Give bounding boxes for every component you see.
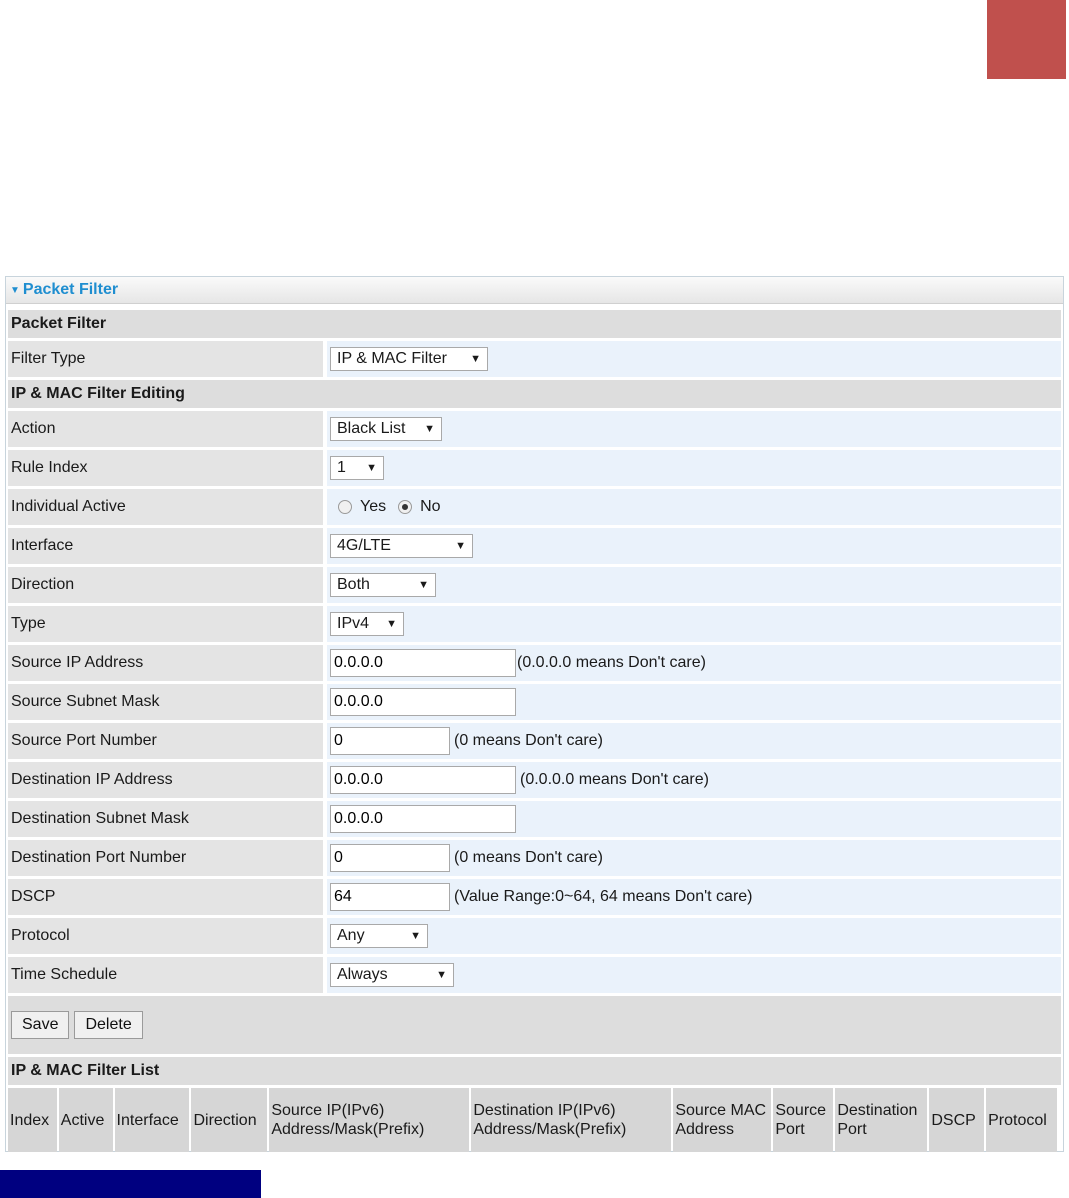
- source-ip-hint: (0.0.0.0 means Don't care): [517, 654, 706, 671]
- col-interface: Interface: [114, 1088, 190, 1152]
- col-active: Active: [58, 1088, 113, 1152]
- protocol-value: Any: [337, 927, 365, 944]
- filter-type-value: IP & MAC Filter: [337, 350, 447, 367]
- section-filter-list: IP & MAC Filter List: [8, 1057, 1061, 1085]
- corner-color-block: [987, 0, 1066, 79]
- button-row: Save Delete: [8, 996, 1061, 1054]
- section-editing: IP & MAC Filter Editing: [8, 380, 1061, 408]
- row-source-port: Source Port Number (0 means Don't care): [8, 723, 1061, 759]
- dest-ip-label: Destination IP Address: [8, 762, 323, 798]
- row-action: Action Black List ▼: [8, 411, 1061, 447]
- type-label: Type: [8, 606, 323, 642]
- interface-select[interactable]: 4G/LTE ▼: [330, 534, 473, 558]
- source-ip-input[interactable]: [330, 649, 516, 677]
- dropdown-arrow-icon: ▼: [366, 462, 377, 474]
- row-dest-port: Destination Port Number (0 means Don't c…: [8, 840, 1061, 876]
- row-interface: Interface 4G/LTE ▼: [8, 528, 1061, 564]
- dropdown-arrow-icon: ▼: [436, 969, 447, 981]
- source-port-label: Source Port Number: [8, 723, 323, 759]
- rule-index-select[interactable]: 1 ▼: [330, 456, 384, 480]
- dscp-hint: (Value Range:0~64, 64 means Don't care): [454, 888, 753, 905]
- row-type: Type IPv4 ▼: [8, 606, 1061, 642]
- row-individual-active: Individual Active Yes No: [8, 489, 1061, 525]
- radio-yes-label: Yes: [360, 498, 387, 515]
- dropdown-arrow-icon: ▼: [386, 618, 397, 630]
- dest-mask-label: Destination Subnet Mask: [8, 801, 323, 837]
- dest-ip-input[interactable]: [330, 766, 516, 794]
- col-destination-port: Destination Port: [835, 1088, 928, 1152]
- direction-label: Direction: [8, 567, 323, 603]
- save-button[interactable]: Save: [11, 1011, 70, 1039]
- dest-port-input[interactable]: [330, 844, 450, 872]
- rule-index-value: 1: [337, 459, 346, 476]
- time-schedule-select[interactable]: Always ▼: [330, 963, 454, 987]
- panel-title: Packet Filter: [22, 281, 119, 298]
- type-select[interactable]: IPv4 ▼: [330, 612, 404, 636]
- row-dscp: DSCP (Value Range:0~64, 64 means Don't c…: [8, 879, 1061, 915]
- col-destination-ip: Destination IP(IPv6) Address/Mask(Prefix…: [471, 1088, 672, 1152]
- dest-ip-hint: (0.0.0.0 means Don't care): [520, 771, 709, 788]
- row-dest-ip: Destination IP Address (0.0.0.0 means Do…: [8, 762, 1061, 798]
- dropdown-arrow-icon: ▼: [455, 540, 466, 552]
- filter-list-table: Index Active Interface Direction Source …: [6, 1088, 1059, 1152]
- panel-header[interactable]: ▼ Packet Filter: [6, 277, 1063, 304]
- radio-yes[interactable]: [338, 500, 352, 514]
- type-value: IPv4: [337, 615, 370, 632]
- source-port-input[interactable]: [330, 727, 450, 755]
- protocol-select[interactable]: Any ▼: [330, 924, 428, 948]
- dscp-input[interactable]: [330, 883, 450, 911]
- row-time-schedule: Time Schedule Always ▼: [8, 957, 1061, 993]
- time-schedule-label: Time Schedule: [8, 957, 323, 993]
- radio-no-label: No: [420, 498, 441, 515]
- row-dest-mask: Destination Subnet Mask: [8, 801, 1061, 837]
- dropdown-arrow-icon: ▼: [424, 423, 435, 435]
- source-mask-label: Source Subnet Mask: [8, 684, 323, 720]
- bottom-bar: [0, 1170, 261, 1198]
- col-source-mac: Source MAC Address: [673, 1088, 772, 1152]
- protocol-label: Protocol: [8, 918, 323, 954]
- source-port-hint: (0 means Don't care): [454, 732, 603, 749]
- dropdown-arrow-icon: ▼: [418, 579, 429, 591]
- filter-type-select[interactable]: IP & MAC Filter ▼: [330, 347, 488, 371]
- row-rule-index: Rule Index 1 ▼: [8, 450, 1061, 486]
- packet-filter-panel: ▼ Packet Filter Packet Filter Filter Typ…: [5, 276, 1064, 1152]
- radio-no[interactable]: [398, 500, 413, 514]
- action-label: Action: [8, 411, 323, 447]
- action-value: Black List: [337, 420, 406, 437]
- direction-select[interactable]: Both ▼: [330, 573, 436, 597]
- filter-list-header-row: Index Active Interface Direction Source …: [8, 1088, 1057, 1152]
- col-dscp: DSCP: [929, 1088, 985, 1152]
- row-direction: Direction Both ▼: [8, 567, 1061, 603]
- direction-value: Both: [337, 576, 370, 593]
- dest-port-label: Destination Port Number: [8, 840, 323, 876]
- interface-label: Interface: [8, 528, 323, 564]
- col-source-port: Source Port: [773, 1088, 834, 1152]
- interface-value: 4G/LTE: [337, 537, 391, 554]
- filter-type-label: Filter Type: [8, 341, 323, 377]
- row-source-ip: Source IP Address (0.0.0.0 means Don't c…: [8, 645, 1061, 681]
- action-select[interactable]: Black List ▼: [330, 417, 442, 441]
- dropdown-arrow-icon: ▼: [470, 353, 481, 365]
- dropdown-arrow-icon: ▼: [410, 930, 421, 942]
- col-protocol: Protocol: [986, 1088, 1057, 1152]
- collapse-triangle-icon[interactable]: ▼: [10, 285, 20, 296]
- row-protocol: Protocol Any ▼: [8, 918, 1061, 954]
- delete-button[interactable]: Delete: [74, 1011, 143, 1039]
- col-index: Index: [8, 1088, 57, 1152]
- rule-index-label: Rule Index: [8, 450, 323, 486]
- col-direction: Direction: [191, 1088, 268, 1152]
- source-mask-input[interactable]: [330, 688, 516, 716]
- row-filter-type: Filter Type IP & MAC Filter ▼: [8, 341, 1061, 377]
- col-source-ip: Source IP(IPv6) Address/Mask(Prefix): [269, 1088, 470, 1152]
- time-schedule-value: Always: [337, 966, 388, 983]
- dscp-label: DSCP: [8, 879, 323, 915]
- row-source-mask: Source Subnet Mask: [8, 684, 1061, 720]
- individual-active-label: Individual Active: [8, 489, 323, 525]
- source-ip-label: Source IP Address: [8, 645, 323, 681]
- dest-port-hint: (0 means Don't care): [454, 849, 603, 866]
- section-packet-filter: Packet Filter: [8, 310, 1061, 338]
- dest-mask-input[interactable]: [330, 805, 516, 833]
